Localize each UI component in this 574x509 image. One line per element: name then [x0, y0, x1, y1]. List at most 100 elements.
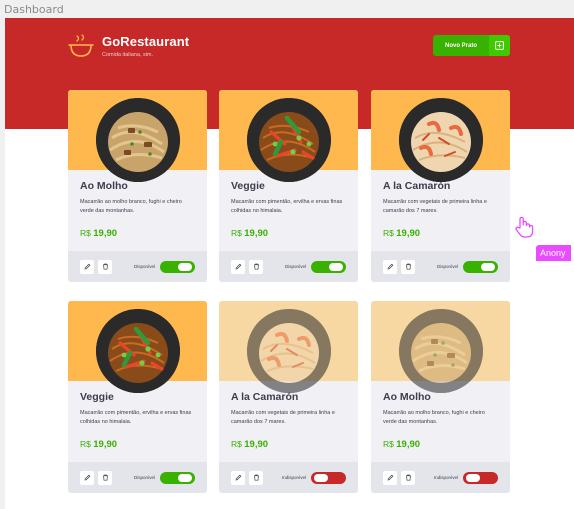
card-footer: Indisponível — [371, 462, 510, 493]
availability-label: Indisponível — [433, 475, 458, 480]
price-currency: R$ — [383, 228, 394, 238]
dashboard-frame: GoRestaurant Comida italiana, sim. Novo … — [5, 18, 574, 509]
dish-price: R$ 19,90 — [383, 228, 420, 239]
trash-icon — [405, 474, 411, 481]
price-currency: R$ — [80, 228, 91, 238]
price-currency: R$ — [231, 228, 242, 238]
card-body: Ao Molho Macarrão ao molho branco, fughi … — [68, 170, 207, 251]
price-currency: R$ — [231, 439, 242, 449]
delete-button[interactable] — [98, 470, 112, 485]
price-value: 19,90 — [244, 228, 269, 239]
availability-label: Disponível — [284, 264, 306, 269]
price-currency: R$ — [80, 439, 91, 449]
dish-price: R$ 19,90 — [231, 228, 268, 239]
dish-card: Ao Molho Macarrão ao molho branco, fughi … — [68, 90, 207, 282]
dish-description: Macarrão com pimentão, ervilha e ervas f… — [231, 199, 343, 214]
toggle-knob — [178, 262, 192, 271]
availability-label: Disponível — [436, 264, 458, 269]
card-image-area — [219, 90, 358, 182]
dish-name: Ao Molho — [383, 391, 431, 403]
availability-toggle[interactable] — [160, 260, 195, 273]
new-dish-button[interactable]: Novo Prato — [433, 35, 510, 56]
dish-name: Veggie — [231, 180, 265, 192]
pencil-icon — [235, 263, 241, 270]
pencil-icon — [387, 474, 393, 481]
dish-card: Ao Molho Macarrão ao molho branco, fughi … — [371, 301, 510, 493]
card-image-area — [371, 301, 510, 393]
dish-name: A la Camarón — [383, 180, 451, 192]
price-value: 19,90 — [93, 439, 118, 450]
trash-icon — [253, 474, 259, 481]
availability-label: Disponível — [133, 264, 155, 269]
dish-price: R$ 19,90 — [231, 439, 268, 450]
dish-card: Veggie Macarrão com pimentão, ervilha e e… — [219, 90, 358, 282]
frame-label: Dashboard — [4, 3, 64, 16]
brand-subtitle: Comida italiana, sim. — [102, 52, 154, 58]
availability-toggle[interactable] — [463, 260, 498, 273]
price-value: 19,90 — [396, 439, 421, 450]
edit-button[interactable] — [383, 259, 397, 274]
card-body: Veggie Macarrão com pimentão, ervilha e e… — [219, 170, 358, 251]
toggle-knob — [329, 262, 343, 271]
edit-button[interactable] — [231, 259, 245, 274]
dish-description: Macarrão ao molho branco, fughi e cheiro… — [80, 199, 182, 214]
price-value: 19,90 — [396, 228, 421, 239]
delete-button[interactable] — [98, 259, 112, 274]
dish-card: A la Camarón Macarrão com vegetais de pri… — [371, 90, 510, 282]
pencil-icon — [235, 474, 241, 481]
card-footer: Disponível — [68, 251, 207, 282]
card-image-area — [68, 90, 207, 182]
plus-square-icon — [489, 35, 510, 56]
toggle-knob — [481, 262, 495, 271]
edit-button[interactable] — [80, 259, 94, 274]
card-body: A la Camarón Macarrão com vegetais de pri… — [219, 381, 358, 462]
price-value: 19,90 — [93, 228, 118, 239]
card-footer: Disponível — [68, 462, 207, 493]
availability-toggle[interactable] — [463, 471, 498, 484]
dish-price: R$ 19,90 — [383, 439, 420, 450]
edit-button[interactable] — [80, 470, 94, 485]
dish-name: Ao Molho — [80, 180, 128, 192]
card-footer: Disponível — [219, 251, 358, 282]
delete-button[interactable] — [249, 470, 263, 485]
price-currency: R$ — [383, 439, 394, 449]
logo: GoRestaurant Comida italiana, sim. — [67, 33, 189, 59]
edit-button[interactable] — [231, 470, 245, 485]
card-footer: Disponível — [371, 251, 510, 282]
dish-card: Veggie Macarrão com pimentão, ervilha e e… — [68, 301, 207, 493]
trash-icon — [102, 263, 108, 270]
card-footer: Indisponível — [219, 462, 358, 493]
hand-cursor-icon — [515, 216, 534, 238]
card-image-area — [219, 301, 358, 393]
toggle-knob — [466, 473, 480, 482]
delete-button[interactable] — [401, 259, 415, 274]
availability-toggle[interactable] — [160, 471, 195, 484]
delete-button[interactable] — [401, 470, 415, 485]
dish-price: R$ 19,90 — [80, 228, 117, 239]
dish-card: A la Camarón Macarrão com vegetais de pri… — [219, 301, 358, 493]
dish-name: Veggie — [80, 391, 114, 403]
card-body: Veggie Macarrão com pimentão, ervilha e e… — [68, 381, 207, 462]
toggle-knob — [314, 473, 328, 482]
dish-description: Macarrão ao molho branco, fughi e cheiro… — [383, 410, 485, 425]
brand-title: GoRestaurant — [102, 34, 190, 49]
dish-description: Macarrão com vegetais de primeira linha … — [231, 410, 335, 425]
trash-icon — [253, 263, 259, 270]
availability-label: Indisponível — [281, 475, 306, 480]
dish-name: A la Camarón — [231, 391, 299, 403]
pot-logo-icon — [68, 34, 94, 57]
edit-button[interactable] — [383, 470, 397, 485]
card-image-area — [68, 301, 207, 393]
availability-label: Disponível — [133, 475, 155, 480]
trash-icon — [405, 263, 411, 270]
dish-description: Macarrão com vegetais de primeira linha … — [383, 199, 487, 214]
pencil-icon — [84, 263, 90, 270]
dish-price: R$ 19,90 — [80, 439, 117, 450]
availability-toggle[interactable] — [311, 471, 346, 484]
availability-toggle[interactable] — [311, 260, 346, 273]
trash-icon — [102, 474, 108, 481]
new-dish-button-label: Novo Prato — [444, 42, 477, 49]
delete-button[interactable] — [249, 259, 263, 274]
price-value: 19,90 — [244, 439, 269, 450]
dish-description: Macarrão com pimentão, ervilha e ervas f… — [80, 410, 192, 425]
